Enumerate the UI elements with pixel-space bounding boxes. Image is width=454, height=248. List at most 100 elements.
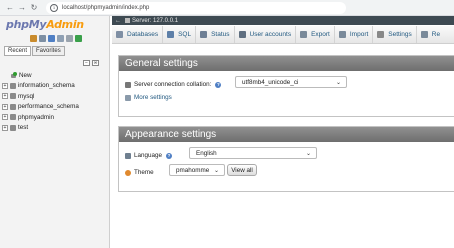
tree-item-mysql[interactable]: + mysql bbox=[2, 91, 108, 102]
menu-label: Settings bbox=[388, 31, 412, 38]
top-menu: Databases SQL Status User accounts Expor… bbox=[112, 26, 454, 44]
settings-icon[interactable] bbox=[66, 35, 73, 42]
logout-icon[interactable] bbox=[39, 35, 46, 42]
wrench-icon bbox=[377, 31, 385, 38]
tab-recent[interactable]: Recent bbox=[4, 46, 32, 56]
panel-title: General settings bbox=[119, 56, 454, 71]
docs-icon[interactable] bbox=[48, 35, 55, 42]
quick-icons bbox=[30, 35, 82, 42]
tree-item-label: phpmyadmin bbox=[18, 113, 55, 121]
logo-admin: Admin bbox=[46, 18, 84, 31]
theme-icon bbox=[125, 169, 131, 176]
database-icon bbox=[10, 103, 16, 110]
collation-value: utf8mb4_unicode_ci bbox=[242, 78, 299, 86]
menu-label: User accounts bbox=[249, 31, 292, 38]
back-icon[interactable]: ← bbox=[115, 18, 121, 24]
collapse-all-icon[interactable]: − bbox=[83, 60, 90, 66]
link-with-main-icon[interactable]: ∞ bbox=[92, 60, 99, 66]
forward-arrow-icon[interactable]: → bbox=[16, 2, 28, 14]
collation-select[interactable]: utf8mb4_unicode_ci ⌄ bbox=[235, 76, 347, 88]
tree-item-label: New bbox=[19, 71, 32, 79]
url-text: localhost/phpmyadmin/index.php bbox=[62, 4, 150, 11]
menu-label: Re bbox=[431, 31, 441, 38]
wrench-icon bbox=[125, 94, 131, 101]
theme-label: Theme bbox=[134, 169, 154, 176]
tree-item-information-schema[interactable]: + information_schema bbox=[2, 81, 108, 92]
tab-settings[interactable]: Settings bbox=[373, 26, 417, 43]
database-icon bbox=[10, 124, 16, 131]
expand-icon[interactable]: + bbox=[2, 114, 8, 121]
database-icon bbox=[10, 114, 16, 121]
replication-icon bbox=[420, 31, 428, 38]
server-label[interactable]: Server: 127.0.0.1 bbox=[132, 18, 178, 24]
tab-databases[interactable]: Databases bbox=[112, 26, 164, 43]
chevron-down-icon: ⌄ bbox=[213, 168, 219, 174]
expand-icon[interactable]: + bbox=[2, 82, 8, 89]
tab-export[interactable]: Export bbox=[296, 26, 335, 43]
language-select[interactable]: English ⌄ bbox=[189, 147, 317, 159]
database-tree: New + information_schema + mysql + perfo… bbox=[2, 70, 108, 133]
sql-icon bbox=[167, 31, 175, 38]
tab-status[interactable]: Status bbox=[196, 26, 235, 43]
language-value: English bbox=[196, 149, 217, 157]
chevron-down-icon: ⌄ bbox=[305, 151, 311, 157]
help-icon[interactable]: ? bbox=[215, 81, 222, 88]
database-icon bbox=[10, 82, 16, 89]
recent-favorites-tabs: Recent Favorites bbox=[4, 46, 65, 56]
address-bar[interactable]: i localhost/phpmyadmin/index.php bbox=[46, 1, 346, 14]
language-label: Language bbox=[134, 152, 163, 159]
expand-icon[interactable]: + bbox=[2, 93, 8, 100]
more-settings-link[interactable]: More settings bbox=[125, 94, 448, 101]
menu-label: Export bbox=[311, 31, 330, 38]
tree-controls: − ∞ bbox=[83, 60, 99, 66]
logo-my: My bbox=[28, 18, 47, 31]
tab-favorites[interactable]: Favorites bbox=[32, 46, 65, 56]
menu-label: SQL bbox=[178, 31, 192, 38]
tree-item-label: performance_schema bbox=[18, 103, 79, 111]
tree-item-label: mysql bbox=[18, 92, 35, 100]
expand-icon[interactable]: + bbox=[2, 103, 8, 110]
main-content: General settings Server connection colla… bbox=[112, 45, 454, 248]
database-icon bbox=[10, 93, 16, 100]
tree-item-label: test bbox=[18, 124, 29, 132]
new-database-icon bbox=[10, 71, 17, 79]
collation-label: Server connection collation: bbox=[134, 81, 212, 88]
tree-item-performance-schema[interactable]: + performance_schema bbox=[2, 102, 108, 113]
chevron-down-icon: ⌄ bbox=[335, 80, 341, 86]
collation-icon bbox=[125, 81, 131, 88]
home-icon[interactable] bbox=[30, 35, 37, 42]
phpmyadmin-logo[interactable]: phpMyAdmin bbox=[6, 18, 84, 31]
tree-item-test[interactable]: + test bbox=[2, 123, 108, 134]
export-icon bbox=[300, 31, 308, 38]
database-icon bbox=[116, 31, 123, 38]
menu-label: Status bbox=[211, 31, 230, 38]
tab-user-accounts[interactable]: User accounts bbox=[235, 26, 297, 43]
tab-sql[interactable]: SQL bbox=[163, 26, 197, 43]
server-icon bbox=[125, 18, 130, 23]
tree-item-phpmyadmin[interactable]: + phpmyadmin bbox=[2, 112, 108, 123]
help-icon[interactable]: ? bbox=[166, 152, 173, 159]
menu-label: Databases bbox=[127, 31, 159, 38]
reload-icon[interactable]: ↻ bbox=[28, 2, 40, 14]
status-icon bbox=[200, 31, 208, 38]
tab-replication[interactable]: Re bbox=[417, 26, 444, 43]
tab-import[interactable]: Import bbox=[335, 26, 374, 43]
sql-docs-icon[interactable] bbox=[57, 35, 64, 42]
tree-item-new[interactable]: New bbox=[2, 70, 108, 81]
panel-title: Appearance settings bbox=[119, 127, 454, 142]
general-settings-panel: General settings Server connection colla… bbox=[118, 55, 454, 117]
theme-value: pmahomme bbox=[176, 166, 210, 174]
theme-select[interactable]: pmahomme ⌄ bbox=[169, 164, 225, 176]
view-all-button[interactable]: View all bbox=[227, 164, 257, 176]
site-info-icon[interactable]: i bbox=[50, 3, 58, 12]
appearance-settings-panel: Appearance settings Language ? English ⌄… bbox=[118, 126, 454, 192]
more-settings-label: More settings bbox=[134, 94, 172, 101]
server-breadcrumb: ← Server: 127.0.0.1 bbox=[112, 16, 454, 25]
reload-nav-icon[interactable] bbox=[75, 35, 82, 42]
back-arrow-icon[interactable]: ← bbox=[4, 2, 16, 14]
browser-toolbar: ← → ↻ i localhost/phpmyadmin/index.php bbox=[0, 0, 454, 16]
expand-icon[interactable]: + bbox=[2, 124, 8, 131]
users-icon bbox=[238, 31, 246, 38]
language-icon bbox=[125, 152, 131, 159]
menu-label: Import bbox=[349, 31, 369, 38]
